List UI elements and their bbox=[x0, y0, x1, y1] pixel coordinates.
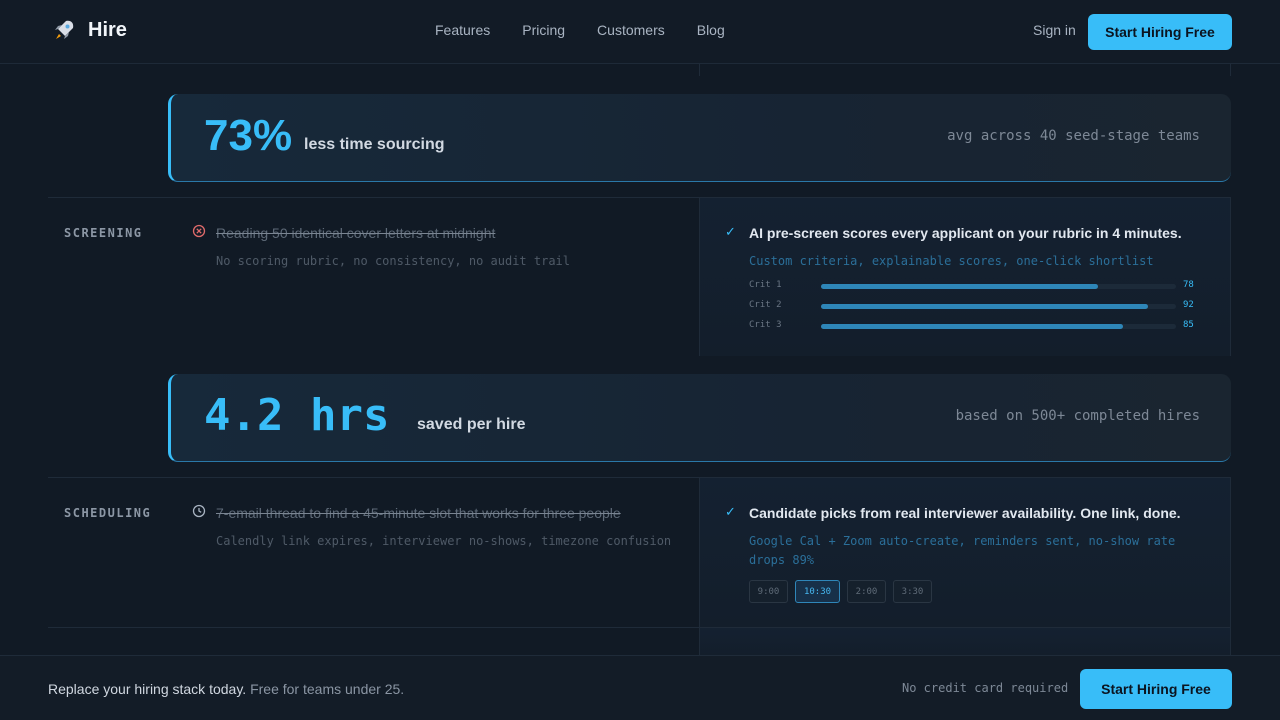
clock-icon bbox=[192, 504, 206, 518]
x-circle-icon bbox=[192, 224, 206, 238]
pain-subtitle: No scoring rubric, no consistency, no au… bbox=[216, 254, 571, 268]
nav-blog[interactable]: Blog bbox=[697, 22, 725, 38]
brand-name: Hire bbox=[88, 18, 127, 41]
divider bbox=[699, 64, 700, 76]
nav-pricing[interactable]: Pricing bbox=[522, 22, 565, 38]
criteria-value: 85 bbox=[1183, 320, 1194, 330]
stat-note: based on 500+ completed hires bbox=[955, 408, 1200, 424]
criteria-row: Crit 2 92 bbox=[749, 300, 1199, 312]
footer-message: Replace your hiring stack today. Free fo… bbox=[48, 681, 404, 697]
criteria-name: Crit 3 bbox=[749, 320, 782, 330]
criteria-fill bbox=[821, 304, 1148, 309]
sign-in-link[interactable]: Sign in bbox=[1033, 22, 1076, 38]
solution-title: Candidate picks from real interviewer av… bbox=[749, 505, 1181, 521]
footer-note: No credit card required bbox=[902, 681, 1069, 695]
stat-number: 4.2 hrs bbox=[204, 390, 390, 441]
criteria-value: 78 bbox=[1183, 280, 1194, 290]
check-icon: ✓ bbox=[725, 504, 736, 519]
divider bbox=[699, 198, 700, 356]
time-slot[interactable]: 2:00 bbox=[847, 580, 886, 603]
pain-title: Reading 50 identical cover letters at mi… bbox=[216, 225, 496, 241]
solution-title: AI pre-screen scores every applicant on … bbox=[749, 225, 1182, 241]
criteria-track bbox=[821, 284, 1176, 289]
stat-number: 73% bbox=[204, 111, 293, 160]
pain-subtitle: Calendly link expires, interviewer no-sh… bbox=[216, 534, 672, 548]
brand-logo[interactable]: Hire bbox=[52, 18, 127, 42]
screening-solution-panel bbox=[700, 198, 1230, 356]
rocket-icon bbox=[52, 18, 76, 42]
footer-muted-text: Free for teams under 25. bbox=[250, 681, 405, 697]
time-slot[interactable]: 3:30 bbox=[893, 580, 932, 603]
criteria-row: Crit 3 85 bbox=[749, 320, 1199, 332]
nav-features[interactable]: Features bbox=[435, 22, 490, 38]
main-nav: Features Pricing Customers Blog bbox=[435, 22, 725, 38]
criteria-value: 92 bbox=[1183, 300, 1194, 310]
criteria-name: Crit 2 bbox=[749, 300, 782, 310]
divider bbox=[1230, 64, 1231, 76]
solution-subtitle: Google Cal + Zoom auto-create, reminders… bbox=[749, 534, 1176, 567]
criteria-fill bbox=[821, 324, 1123, 329]
start-hiring-button-footer[interactable]: Start Hiring Free bbox=[1080, 669, 1232, 709]
sticky-cta-bar: Replace your hiring stack today. Free fo… bbox=[0, 655, 1280, 720]
criteria-name: Crit 1 bbox=[749, 280, 782, 290]
start-hiring-button[interactable]: Start Hiring Free bbox=[1088, 14, 1232, 50]
stat-note: avg across 40 seed-stage teams bbox=[947, 128, 1200, 144]
criteria-track bbox=[821, 304, 1176, 309]
top-navbar: Hire Features Pricing Customers Blog Sig… bbox=[0, 0, 1280, 64]
solution-subtitle: Custom criteria, explainable scores, one… bbox=[749, 254, 1154, 268]
nav-customers[interactable]: Customers bbox=[597, 22, 665, 38]
section-label-screening: SCREENING bbox=[64, 226, 143, 240]
footer-main-text: Replace your hiring stack today. bbox=[48, 681, 247, 697]
time-slot[interactable]: 9:00 bbox=[749, 580, 788, 603]
divider bbox=[1230, 478, 1231, 655]
section-label-scheduling: SCHEDULING bbox=[64, 506, 152, 520]
stat-banner-sourcing: 73% less time sourcing avg across 40 see… bbox=[168, 94, 1231, 182]
divider bbox=[1230, 198, 1231, 356]
pain-title: 7-email thread to find a 45-minute slot … bbox=[216, 505, 621, 521]
time-slot[interactable]: 10:30 bbox=[795, 580, 840, 603]
time-slot-picker: 9:00 10:30 2:00 3:30 bbox=[749, 580, 932, 603]
stat-label: less time sourcing bbox=[304, 136, 445, 153]
stat-banner-hours: 4.2 hrs saved per hire based on 500+ com… bbox=[168, 374, 1231, 462]
criteria-track bbox=[821, 324, 1176, 329]
criteria-fill bbox=[821, 284, 1098, 289]
next-solution-panel bbox=[700, 628, 1230, 655]
criteria-row: Crit 1 78 bbox=[749, 280, 1199, 292]
check-icon: ✓ bbox=[725, 224, 736, 239]
stat-label: saved per hire bbox=[417, 416, 526, 433]
